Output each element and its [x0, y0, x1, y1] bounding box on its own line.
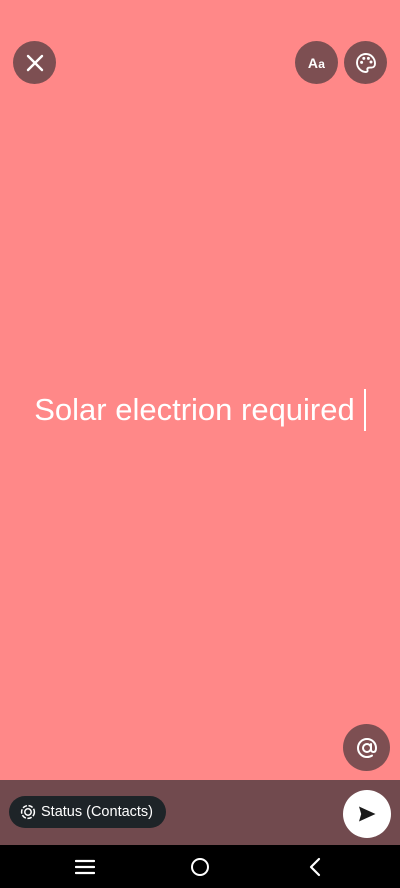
system-navigation-bar: [0, 845, 400, 888]
status-text-field[interactable]: Solar electrion required: [0, 385, 400, 435]
palette-icon: [355, 52, 376, 73]
send-button[interactable]: [343, 790, 391, 838]
text-cursor: [363, 389, 366, 431]
recent-apps-button[interactable]: [55, 845, 115, 888]
home-icon: [191, 857, 209, 876]
recent-apps-icon: [75, 859, 95, 874]
mention-button[interactable]: [343, 724, 390, 771]
status-text: Solar electrion required: [34, 392, 355, 427]
font-style-icon: Aa: [307, 54, 326, 71]
audience-selector[interactable]: Status (Contacts): [9, 796, 167, 828]
color-palette-button[interactable]: [344, 41, 387, 84]
font-style-button[interactable]: Aa: [295, 41, 338, 84]
close-icon: [26, 54, 43, 71]
status-bottom-bar: Status (Contacts): [0, 780, 400, 845]
status-canvas[interactable]: Aa Solar electrion required: [0, 0, 400, 780]
home-button[interactable]: [170, 845, 230, 888]
back-icon: [309, 857, 321, 876]
send-icon: [359, 806, 376, 822]
close-button[interactable]: [13, 41, 56, 84]
audience-label: Status (Contacts): [41, 804, 154, 820]
status-icon: [20, 804, 36, 820]
back-button[interactable]: [285, 845, 345, 888]
at-sign-icon: [356, 737, 377, 758]
